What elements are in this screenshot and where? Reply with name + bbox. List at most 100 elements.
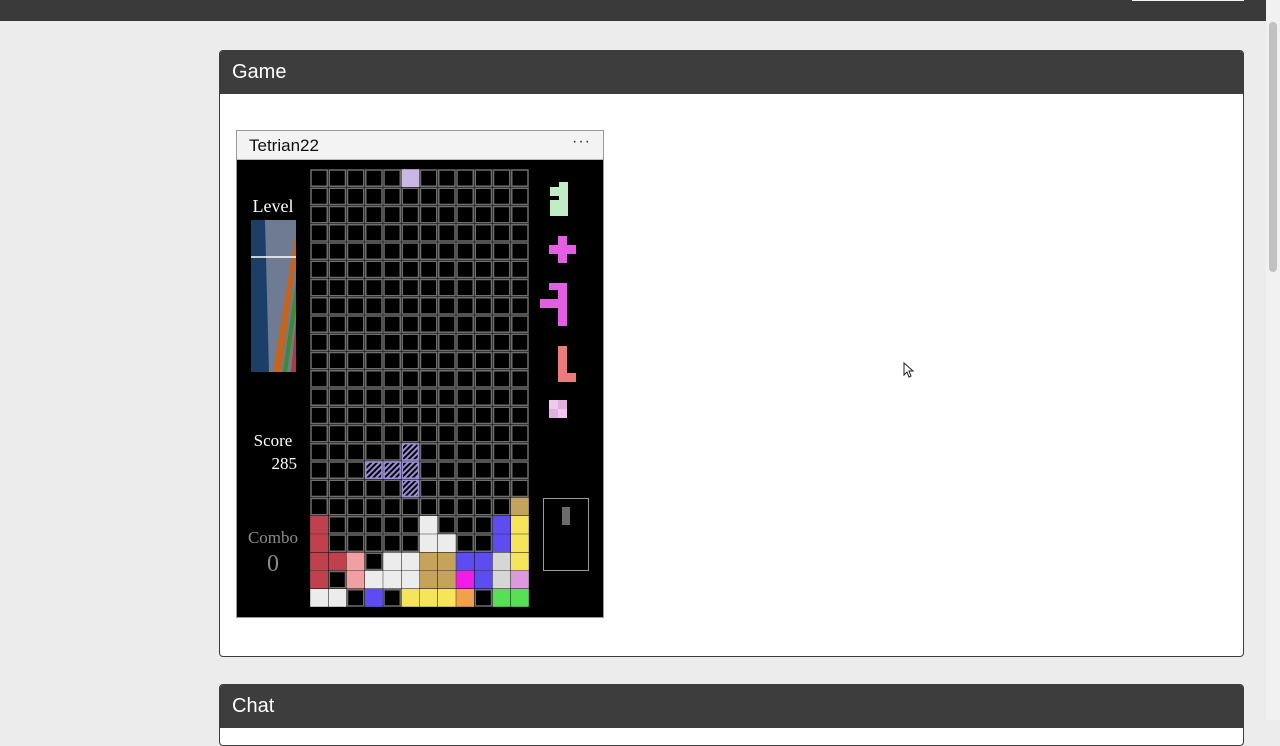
grid-cell bbox=[346, 479, 365, 498]
stack-block bbox=[401, 589, 420, 607]
grid-cell bbox=[401, 315, 420, 333]
tetris-game-window[interactable]: Tetrian22 ··· Level Score 285 Combo 0 bbox=[236, 130, 604, 618]
grid-cell bbox=[365, 260, 383, 279]
grid-cell bbox=[419, 169, 438, 187]
stack-block bbox=[419, 534, 438, 552]
grid-cell bbox=[365, 205, 383, 224]
grid-cell bbox=[328, 297, 347, 315]
grid-cell bbox=[365, 424, 383, 443]
stack-block bbox=[511, 570, 529, 589]
stack-block bbox=[511, 497, 529, 516]
grid-cell bbox=[419, 497, 438, 516]
stack-block bbox=[310, 552, 328, 571]
stack-block bbox=[438, 534, 456, 552]
grid-cell bbox=[310, 388, 328, 406]
grid-cell bbox=[328, 333, 347, 352]
grid-cell bbox=[346, 351, 365, 370]
grid-cell bbox=[474, 497, 493, 516]
grid-cell bbox=[365, 534, 383, 552]
next-piece-5 bbox=[549, 400, 567, 418]
grid-cell bbox=[456, 388, 474, 406]
grid-cell bbox=[383, 351, 401, 370]
game-panel-header: Game bbox=[220, 51, 1243, 94]
grid-cell bbox=[310, 406, 328, 425]
grid-cell bbox=[401, 297, 420, 315]
grid-cell bbox=[474, 388, 493, 406]
grid-cell bbox=[328, 351, 347, 370]
grid-cell bbox=[474, 370, 493, 388]
grid-cell bbox=[419, 205, 438, 224]
grid-cell bbox=[456, 169, 474, 187]
grid-cell bbox=[419, 443, 438, 461]
grid-cell bbox=[310, 187, 328, 206]
grid-cell bbox=[438, 516, 456, 534]
active-block bbox=[401, 169, 420, 187]
stack-block bbox=[474, 552, 493, 571]
grid-cell bbox=[346, 169, 365, 187]
grid-cell bbox=[401, 260, 420, 279]
grid-cell bbox=[474, 534, 493, 552]
more-options-icon[interactable]: ··· bbox=[572, 133, 591, 151]
grid-cell bbox=[346, 370, 365, 388]
grid-cell bbox=[438, 370, 456, 388]
stack-block bbox=[456, 589, 474, 607]
grid-cell bbox=[401, 351, 420, 370]
scrollbar-thumb[interactable] bbox=[1269, 22, 1277, 272]
grid-cell bbox=[401, 278, 420, 297]
grid-cell bbox=[438, 169, 456, 187]
grid-cell bbox=[419, 370, 438, 388]
grid-cell bbox=[474, 351, 493, 370]
grid-cell bbox=[511, 424, 529, 443]
stack-block bbox=[456, 552, 474, 571]
grid-cell bbox=[492, 169, 511, 187]
stack-block bbox=[310, 570, 328, 589]
grid-cell bbox=[328, 388, 347, 406]
grid-cell bbox=[328, 443, 347, 461]
grid-cell bbox=[456, 461, 474, 479]
grid-cell bbox=[474, 315, 493, 333]
grid-cell bbox=[474, 224, 493, 242]
grid-cell bbox=[474, 479, 493, 498]
grid-cell bbox=[365, 224, 383, 242]
grid-cell bbox=[383, 443, 401, 461]
grid-cell bbox=[365, 315, 383, 333]
grid-cell bbox=[346, 589, 365, 607]
grid-cell bbox=[401, 406, 420, 425]
grid-cell bbox=[328, 242, 347, 260]
ghost-block bbox=[401, 461, 420, 479]
grid-cell bbox=[492, 443, 511, 461]
grid-cell bbox=[474, 278, 493, 297]
stack-block bbox=[383, 570, 401, 589]
grid-cell bbox=[492, 260, 511, 279]
game-area[interactable]: Level Score 285 Combo 0 bbox=[237, 160, 603, 618]
grid-cell bbox=[346, 297, 365, 315]
grid-cell bbox=[438, 187, 456, 206]
grid-cell bbox=[365, 552, 383, 571]
grid-cell bbox=[328, 187, 347, 206]
stack-block bbox=[438, 570, 456, 589]
grid-cell bbox=[438, 333, 456, 352]
grid-cell bbox=[383, 370, 401, 388]
stack-block bbox=[328, 552, 347, 571]
navbar-button-partial[interactable] bbox=[1132, 0, 1244, 1]
grid-cell bbox=[346, 461, 365, 479]
page-scrollbar[interactable] bbox=[1266, 0, 1280, 720]
grid-cell bbox=[492, 370, 511, 388]
grid-cell bbox=[492, 479, 511, 498]
tetris-board[interactable] bbox=[310, 169, 529, 607]
grid-cell bbox=[383, 187, 401, 206]
grid-cell bbox=[511, 351, 529, 370]
stack-block bbox=[438, 589, 456, 607]
grid-cell bbox=[511, 224, 529, 242]
grid-cell bbox=[419, 333, 438, 352]
grid-cell bbox=[419, 224, 438, 242]
grid-cell bbox=[474, 260, 493, 279]
stack-block bbox=[310, 516, 328, 534]
grid-cell bbox=[328, 570, 347, 589]
grid-cell bbox=[474, 187, 493, 206]
grid-cell bbox=[492, 406, 511, 425]
grid-cell bbox=[328, 534, 347, 552]
grid-cell bbox=[511, 388, 529, 406]
grid-cell bbox=[438, 297, 456, 315]
grid-cell bbox=[346, 406, 365, 425]
